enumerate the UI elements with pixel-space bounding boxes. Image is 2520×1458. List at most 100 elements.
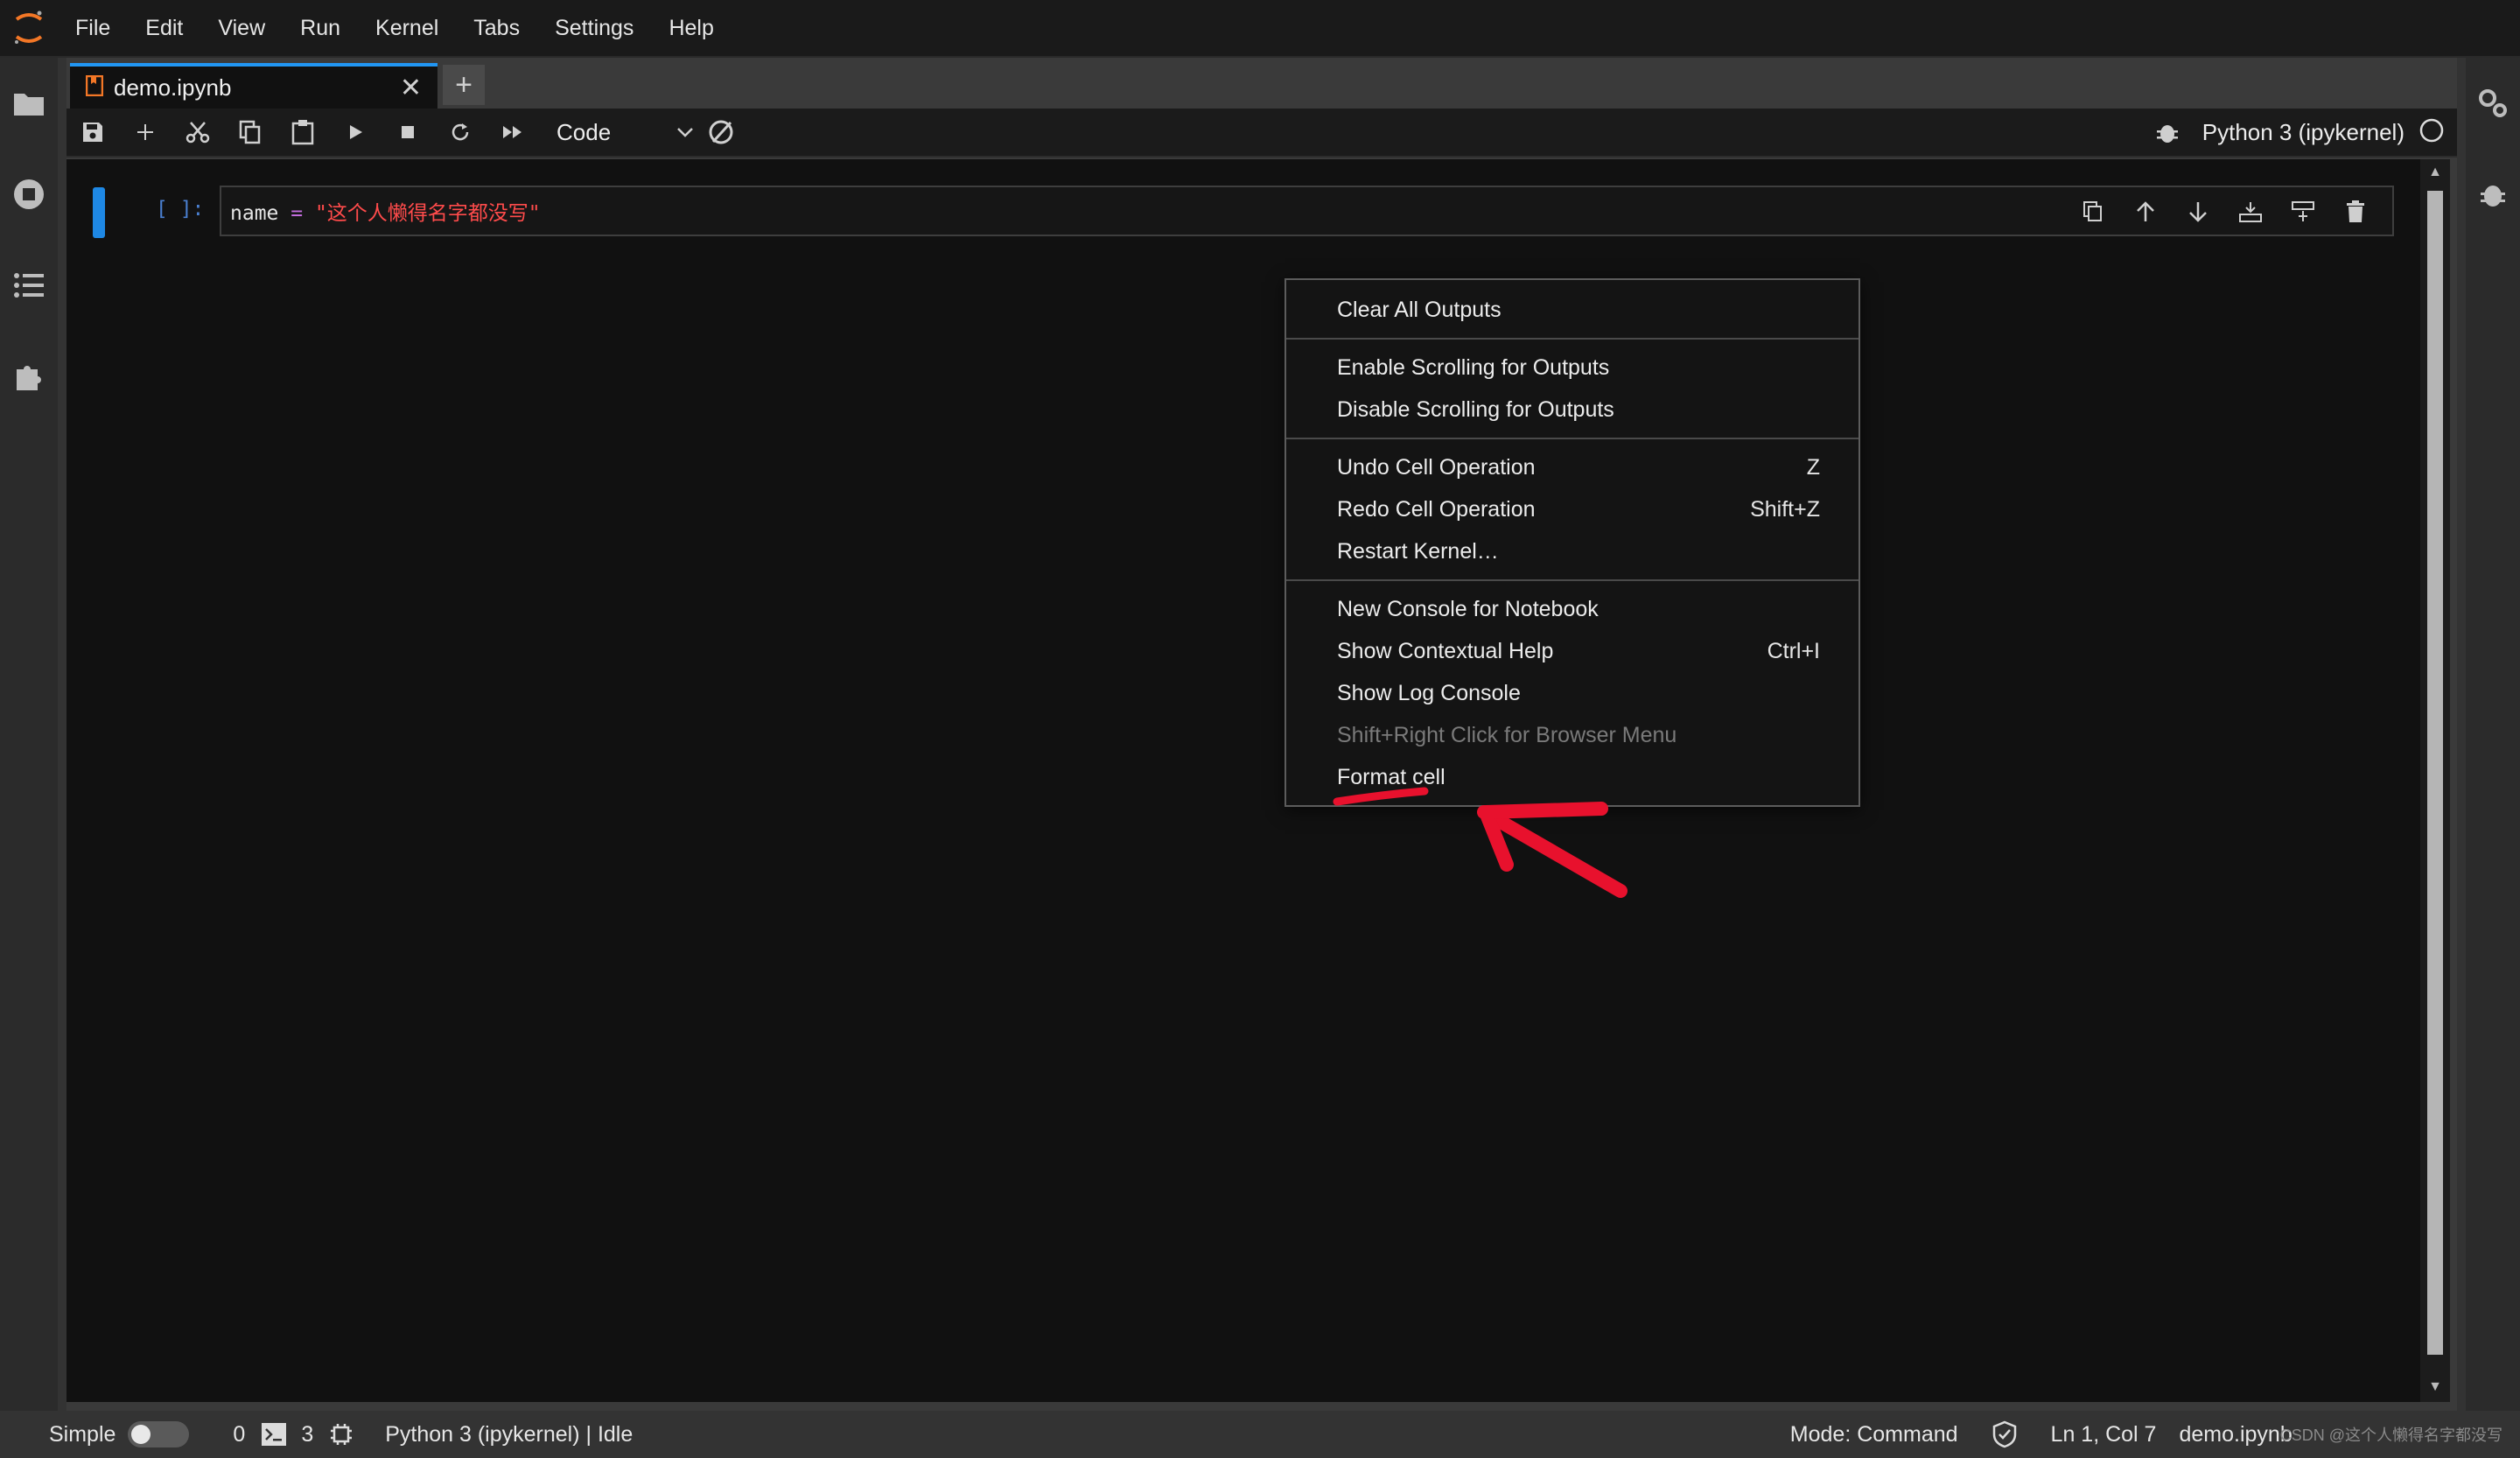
menu-help[interactable]: Help [651, 0, 731, 57]
notebook-mode[interactable]: Mode: Command [1790, 1422, 1958, 1447]
scroll-up-icon[interactable]: ▲ [2427, 165, 2443, 180]
kernel-status[interactable]: Python 3 (ipykernel) | Idle [385, 1422, 633, 1447]
table-of-contents-icon[interactable] [0, 240, 58, 331]
code-line: name = "这个人懒得名字都没写" [230, 196, 541, 226]
main-area: demo.ipynb ✕ + Code Python 3 (ipykernel)… [66, 58, 2457, 1411]
menu-run[interactable]: Run [283, 0, 358, 57]
code-cell-editor[interactable]: name = "这个人懒得名字都没写" [220, 186, 2394, 236]
kernels-count[interactable]: 3 [301, 1422, 354, 1447]
paste-button[interactable] [276, 108, 329, 157]
insert-above-icon [2239, 202, 2262, 222]
menu-item-label: Show Contextual Help [1337, 638, 1554, 663]
new-launcher-button[interactable]: + [443, 65, 485, 105]
delete-cell-button[interactable] [2329, 187, 2382, 236]
refresh-icon [452, 123, 469, 141]
property-inspector-gears-icon[interactable] [2464, 58, 2520, 149]
menu-item-shortcut: Shift+Z [1750, 496, 1820, 522]
menu-view[interactable]: View [200, 0, 283, 57]
run-cell-button[interactable] [329, 108, 382, 157]
menu-file[interactable]: File [58, 0, 128, 57]
menu-item-label: New Console for Notebook [1337, 596, 1599, 621]
menu-show-log-console[interactable]: Show Log Console [1286, 672, 1858, 714]
jupyter-logo-icon[interactable] [0, 0, 58, 57]
interrupt-kernel-button[interactable] [382, 108, 434, 157]
menu-undo-cell-operation[interactable]: Undo Cell Operation Z [1286, 446, 1858, 488]
menu-edit[interactable]: Edit [128, 0, 200, 57]
terminals-count-value: 0 [233, 1421, 246, 1447]
kernel-chip-icon [331, 1424, 353, 1445]
notebook-toolbar: Code Python 3 (ipykernel) [66, 109, 2457, 158]
code-operator: = [278, 202, 315, 225]
stop-icon [402, 126, 414, 138]
format-button[interactable] [695, 108, 747, 157]
menu-restart-kernel[interactable]: Restart Kernel… [1286, 530, 1858, 572]
tab-demo-notebook[interactable]: demo.ipynb ✕ [70, 63, 438, 109]
menu-item-shortcut: Ctrl+I [1767, 638, 1820, 663]
menu-item-label: Shift+Right Click for Browser Menu [1337, 722, 1677, 747]
notebook-panel: [ ]: name = "这个人懒得名字都没写" [66, 159, 2420, 1402]
cell-toolbar [2067, 187, 2382, 236]
scroll-down-icon[interactable]: ▼ [2427, 1379, 2443, 1395]
menu-new-console[interactable]: New Console for Notebook [1286, 588, 1858, 630]
simple-mode-switch[interactable] [128, 1421, 190, 1447]
red-arrow-annotation [1333, 787, 1628, 898]
menu-settings[interactable]: Settings [537, 0, 651, 57]
menu-browser-menu-hint: Shift+Right Click for Browser Menu [1286, 714, 1858, 756]
arrow-down-icon [2189, 202, 2207, 222]
vertical-scrollbar[interactable]: ▲ ▼ [2420, 159, 2450, 1402]
move-up-button[interactable] [2119, 187, 2172, 236]
debugger-bug-icon[interactable] [2464, 149, 2520, 240]
cut-button[interactable] [172, 108, 224, 157]
menu-item-label: Restart Kernel… [1337, 538, 1499, 564]
scroll-thumb[interactable] [2427, 191, 2443, 1355]
fast-forward-icon [503, 126, 522, 138]
insert-below-button[interactable] [2277, 187, 2329, 236]
duplicate-cell-button[interactable] [2067, 187, 2119, 236]
terminals-count[interactable]: 0 [233, 1422, 287, 1447]
close-tab-icon[interactable]: ✕ [400, 73, 422, 103]
scissors-icon [186, 122, 210, 144]
menu-clear-all-outputs[interactable]: Clear All Outputs [1286, 289, 1858, 331]
copy-icon [239, 120, 261, 144]
save-button[interactable] [66, 108, 119, 157]
cell-type-dropdown[interactable]: Code [546, 113, 695, 151]
code-variable: name [230, 202, 279, 225]
chevron-down-icon [677, 128, 693, 137]
context-menu: Clear All Outputs Enable Scrolling for O… [1284, 278, 1860, 807]
simple-mode-label: Simple [49, 1421, 116, 1447]
menu-redo-cell-operation[interactable]: Redo Cell Operation Shift+Z [1286, 488, 1858, 530]
menu-separator [1286, 338, 1858, 340]
menu-item-label: Redo Cell Operation [1337, 496, 1536, 522]
menu-item-label: Clear All Outputs [1337, 297, 1502, 322]
menu-item-label: Undo Cell Operation [1337, 454, 1536, 480]
menu-bar: File Edit View Run Kernel Tabs Settings … [0, 0, 2520, 58]
menu-show-contextual-help[interactable]: Show Contextual Help Ctrl+I [1286, 630, 1858, 672]
status-bar: Simple 0 3 Python 3 (ipykernel) | Idle M… [0, 1411, 2520, 1458]
tab-title: demo.ipynb [114, 74, 232, 101]
menu-kernel[interactable]: Kernel [358, 0, 456, 57]
kernel-name-button[interactable]: Python 3 (ipykernel) [2202, 119, 2404, 146]
trusted-shield-icon[interactable] [1992, 1420, 2018, 1448]
folder-icon[interactable] [0, 58, 58, 149]
kernels-count-value: 3 [301, 1421, 314, 1447]
menu-separator [1286, 438, 1858, 439]
menu-tabs[interactable]: Tabs [456, 0, 537, 57]
terminal-icon [262, 1423, 287, 1446]
insert-cell-button[interactable] [119, 108, 172, 157]
restart-run-all-button[interactable] [486, 108, 539, 157]
restart-kernel-button[interactable] [434, 108, 486, 157]
trash-icon [2347, 200, 2364, 222]
simple-mode-toggle[interactable]: Simple [49, 1421, 190, 1447]
running-kernels-icon[interactable] [0, 149, 58, 240]
menu-enable-scrolling[interactable]: Enable Scrolling for Outputs [1286, 347, 1858, 389]
move-down-button[interactable] [2172, 187, 2224, 236]
copy-button[interactable] [224, 108, 276, 157]
notebook-icon [85, 74, 104, 101]
debugger-toggle-button[interactable] [2141, 108, 2194, 157]
cursor-position[interactable]: Ln 1, Col 7 [2051, 1422, 2157, 1447]
play-icon [350, 125, 362, 139]
insert-above-button[interactable] [2224, 187, 2277, 236]
menu-separator [1286, 579, 1858, 581]
menu-disable-scrolling[interactable]: Disable Scrolling for Outputs [1286, 389, 1858, 431]
extensions-puzzle-icon[interactable] [0, 331, 58, 422]
